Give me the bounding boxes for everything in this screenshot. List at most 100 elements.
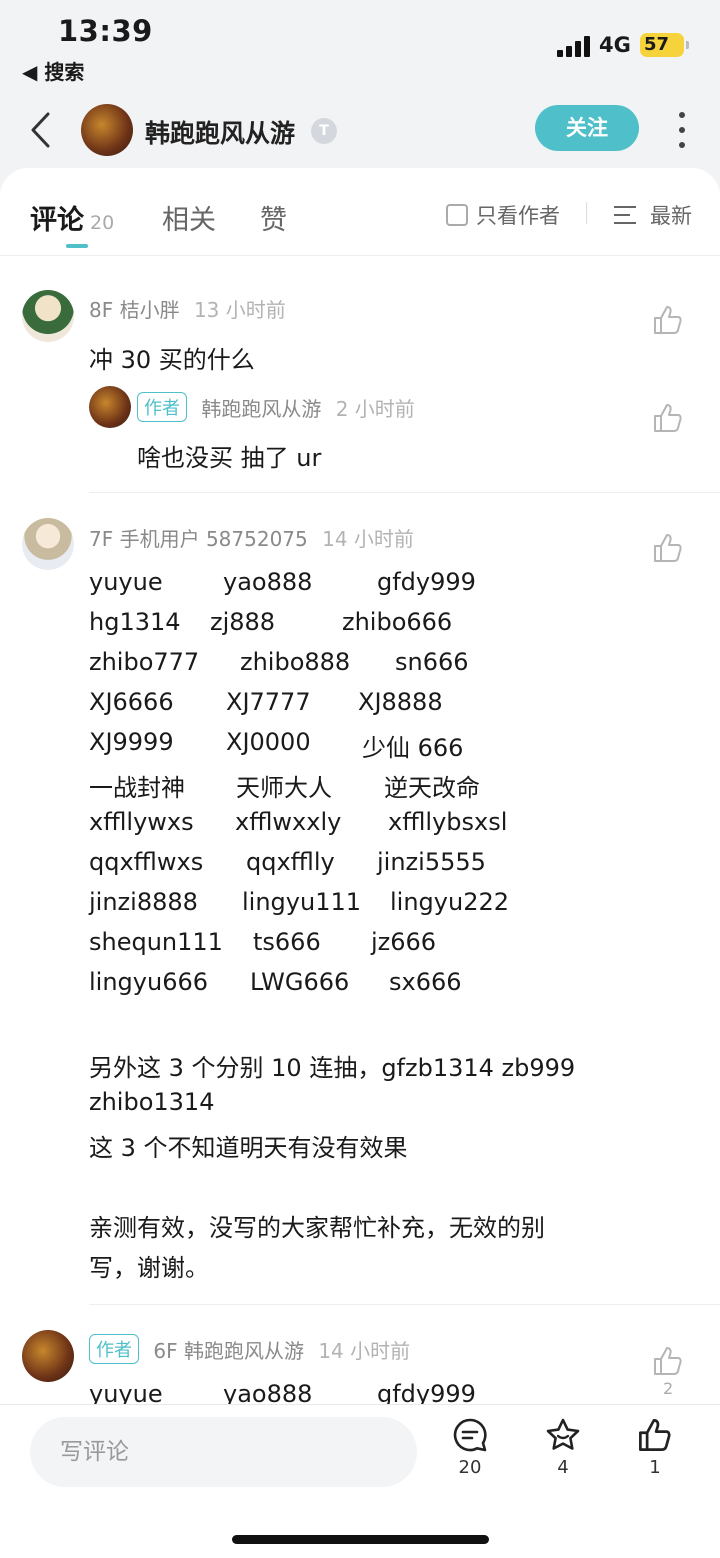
comment-text-line: 写，谢谢。: [89, 1254, 209, 1282]
reply-avatar[interactable]: [89, 386, 131, 428]
battery-icon: 57: [640, 33, 689, 57]
comment-divider: [89, 492, 720, 493]
favorite-button[interactable]: 4: [533, 1417, 593, 1478]
tab-likes[interactable]: 赞: [260, 198, 287, 237]
author-tag: 作者: [137, 392, 187, 422]
comments-button[interactable]: 20: [440, 1417, 500, 1478]
code-item: lingyu222: [390, 888, 510, 916]
code-item: jz666: [371, 928, 437, 956]
comment-divider: [89, 1304, 720, 1305]
thumbs-up-icon[interactable]: [652, 304, 684, 336]
code-item: gfdy999: [377, 568, 476, 596]
sort-label: 最新: [650, 204, 692, 228]
commenter-avatar[interactable]: [22, 290, 74, 342]
author-only-toggle[interactable]: 只看作者: [446, 200, 560, 230]
comment-time: 14 小时前: [318, 1339, 411, 1363]
bottom-action-bar: 写评论 20 4 1: [0, 1404, 720, 1558]
comment-meta: 作者 6F 韩跑跑风从游 14 小时前: [89, 1334, 410, 1364]
status-time: 13:39: [58, 14, 153, 48]
reply-time: 2 小时前: [335, 397, 415, 421]
code-item: shequn111: [89, 928, 223, 956]
code-item: zhibo666: [342, 608, 453, 636]
comment-meta: 7F 手机用户 58752075 14 小时前: [89, 523, 414, 552]
comment-meta: 8F 桔小胖 13 小时前: [89, 294, 286, 323]
sort-toggle[interactable]: 最新: [614, 200, 692, 230]
like-post-button[interactable]: 1: [625, 1417, 685, 1478]
code-item: zhibo777: [89, 648, 200, 676]
home-indicator[interactable]: [232, 1535, 489, 1544]
code-item: qqxfflwxs: [89, 848, 204, 876]
comment-floor: 7F: [89, 527, 114, 551]
comment-text-line: zhibo1314: [89, 1088, 215, 1116]
code-item: xffllybsxsl: [388, 808, 508, 836]
code-item: zhibo888: [240, 648, 351, 676]
comment-input[interactable]: 写评论: [30, 1417, 417, 1487]
code-item: XJ8888: [358, 688, 443, 716]
commenter-avatar[interactable]: [22, 1330, 74, 1382]
code-item: 天师大人: [236, 774, 332, 802]
more-options-icon[interactable]: [678, 112, 686, 148]
reply-meta: 作者 韩跑跑风从游 2 小时前: [137, 392, 415, 422]
code-item: jinzi5555: [377, 848, 486, 876]
code-item: 一战封神: [89, 774, 185, 802]
level-badge-icon: T: [311, 118, 337, 144]
comments-count: 20: [458, 1457, 482, 1478]
thumbs-up-icon[interactable]: [652, 1345, 684, 1377]
comment-text-line: 亲测有效，没写的大家帮忙补充，无效的别: [89, 1214, 545, 1242]
code-item: xffllywxs: [89, 808, 194, 836]
thumbs-up-icon[interactable]: [652, 532, 684, 564]
code-item: 少仙 666: [362, 734, 464, 762]
code-item: yao888: [223, 568, 313, 596]
likes-count: 1: [649, 1457, 661, 1478]
code-item: lingyu666: [89, 968, 209, 996]
tab-comments-count: 20: [90, 212, 115, 234]
filter-divider: [586, 202, 587, 224]
code-item: 逆天改命: [384, 774, 480, 802]
comment-floor: 8F: [89, 298, 114, 322]
code-item: XJ6666: [89, 688, 174, 716]
author-avatar[interactable]: [81, 104, 133, 156]
code-item: sx666: [389, 968, 462, 996]
tab-bar: 评论 20 相关 赞 只看作者 最新: [0, 168, 720, 256]
author-only-label: 只看作者: [476, 204, 560, 228]
code-item: hg1314: [89, 608, 181, 636]
tab-comments-label: 评论: [30, 205, 84, 236]
code-item: XJ7777: [226, 688, 311, 716]
signal-icon: [557, 35, 591, 57]
tab-related[interactable]: 相关: [162, 198, 216, 237]
comment-text: 冲 30 买的什么: [89, 346, 255, 374]
code-item: sn666: [395, 648, 469, 676]
follow-button[interactable]: 关注: [535, 105, 639, 151]
comment-time: 14 小时前: [322, 527, 414, 551]
author-only-checkbox[interactable]: [446, 204, 468, 226]
reply-username[interactable]: 韩跑跑风从游: [201, 397, 321, 421]
comment-text-line: 另外这 3 个分别 10 连抽，gfzb1314 zb999: [89, 1054, 576, 1082]
comment-text-line: 这 3 个不知道明天有没有效果: [89, 1134, 408, 1162]
code-item: XJ9999: [89, 728, 174, 756]
code-item: LWG666: [250, 968, 350, 996]
code-item: XJ0000: [226, 728, 311, 756]
comment-time: 13 小时前: [193, 298, 286, 322]
tab-comments[interactable]: 评论 20: [30, 198, 114, 237]
comment-username[interactable]: 手机用户 58752075: [120, 527, 308, 551]
commenter-avatar[interactable]: [22, 518, 74, 570]
reply-text: 啥也没买 抽了 ur: [137, 444, 322, 472]
code-item: qqxfflly: [246, 848, 335, 876]
post-header: 韩跑跑风从游 T 关注: [0, 90, 720, 170]
thumbs-up-icon[interactable]: [652, 402, 684, 434]
comments-panel: 评论 20 相关 赞 只看作者 最新 8F 桔小胖 13 小时前 冲 30 买的什…: [0, 168, 720, 1408]
thumbs-up-icon: [639, 1419, 671, 1451]
active-tab-indicator: [66, 244, 88, 248]
star-icon: [546, 1418, 580, 1450]
code-item: zj888: [210, 608, 276, 636]
comment-bubble-icon: [453, 1418, 487, 1452]
like-count: 2: [663, 1379, 674, 1398]
comment-username[interactable]: 桔小胖: [120, 298, 180, 322]
network-type: 4G: [599, 33, 631, 57]
comment-floor: 6F: [153, 1339, 178, 1363]
code-item: ts666: [253, 928, 321, 956]
back-to-app-link[interactable]: ◀ 搜索: [22, 56, 84, 85]
author-name[interactable]: 韩跑跑风从游: [145, 114, 295, 150]
back-chevron-icon[interactable]: [28, 110, 54, 150]
comment-username[interactable]: 韩跑跑风从游: [184, 1339, 304, 1363]
